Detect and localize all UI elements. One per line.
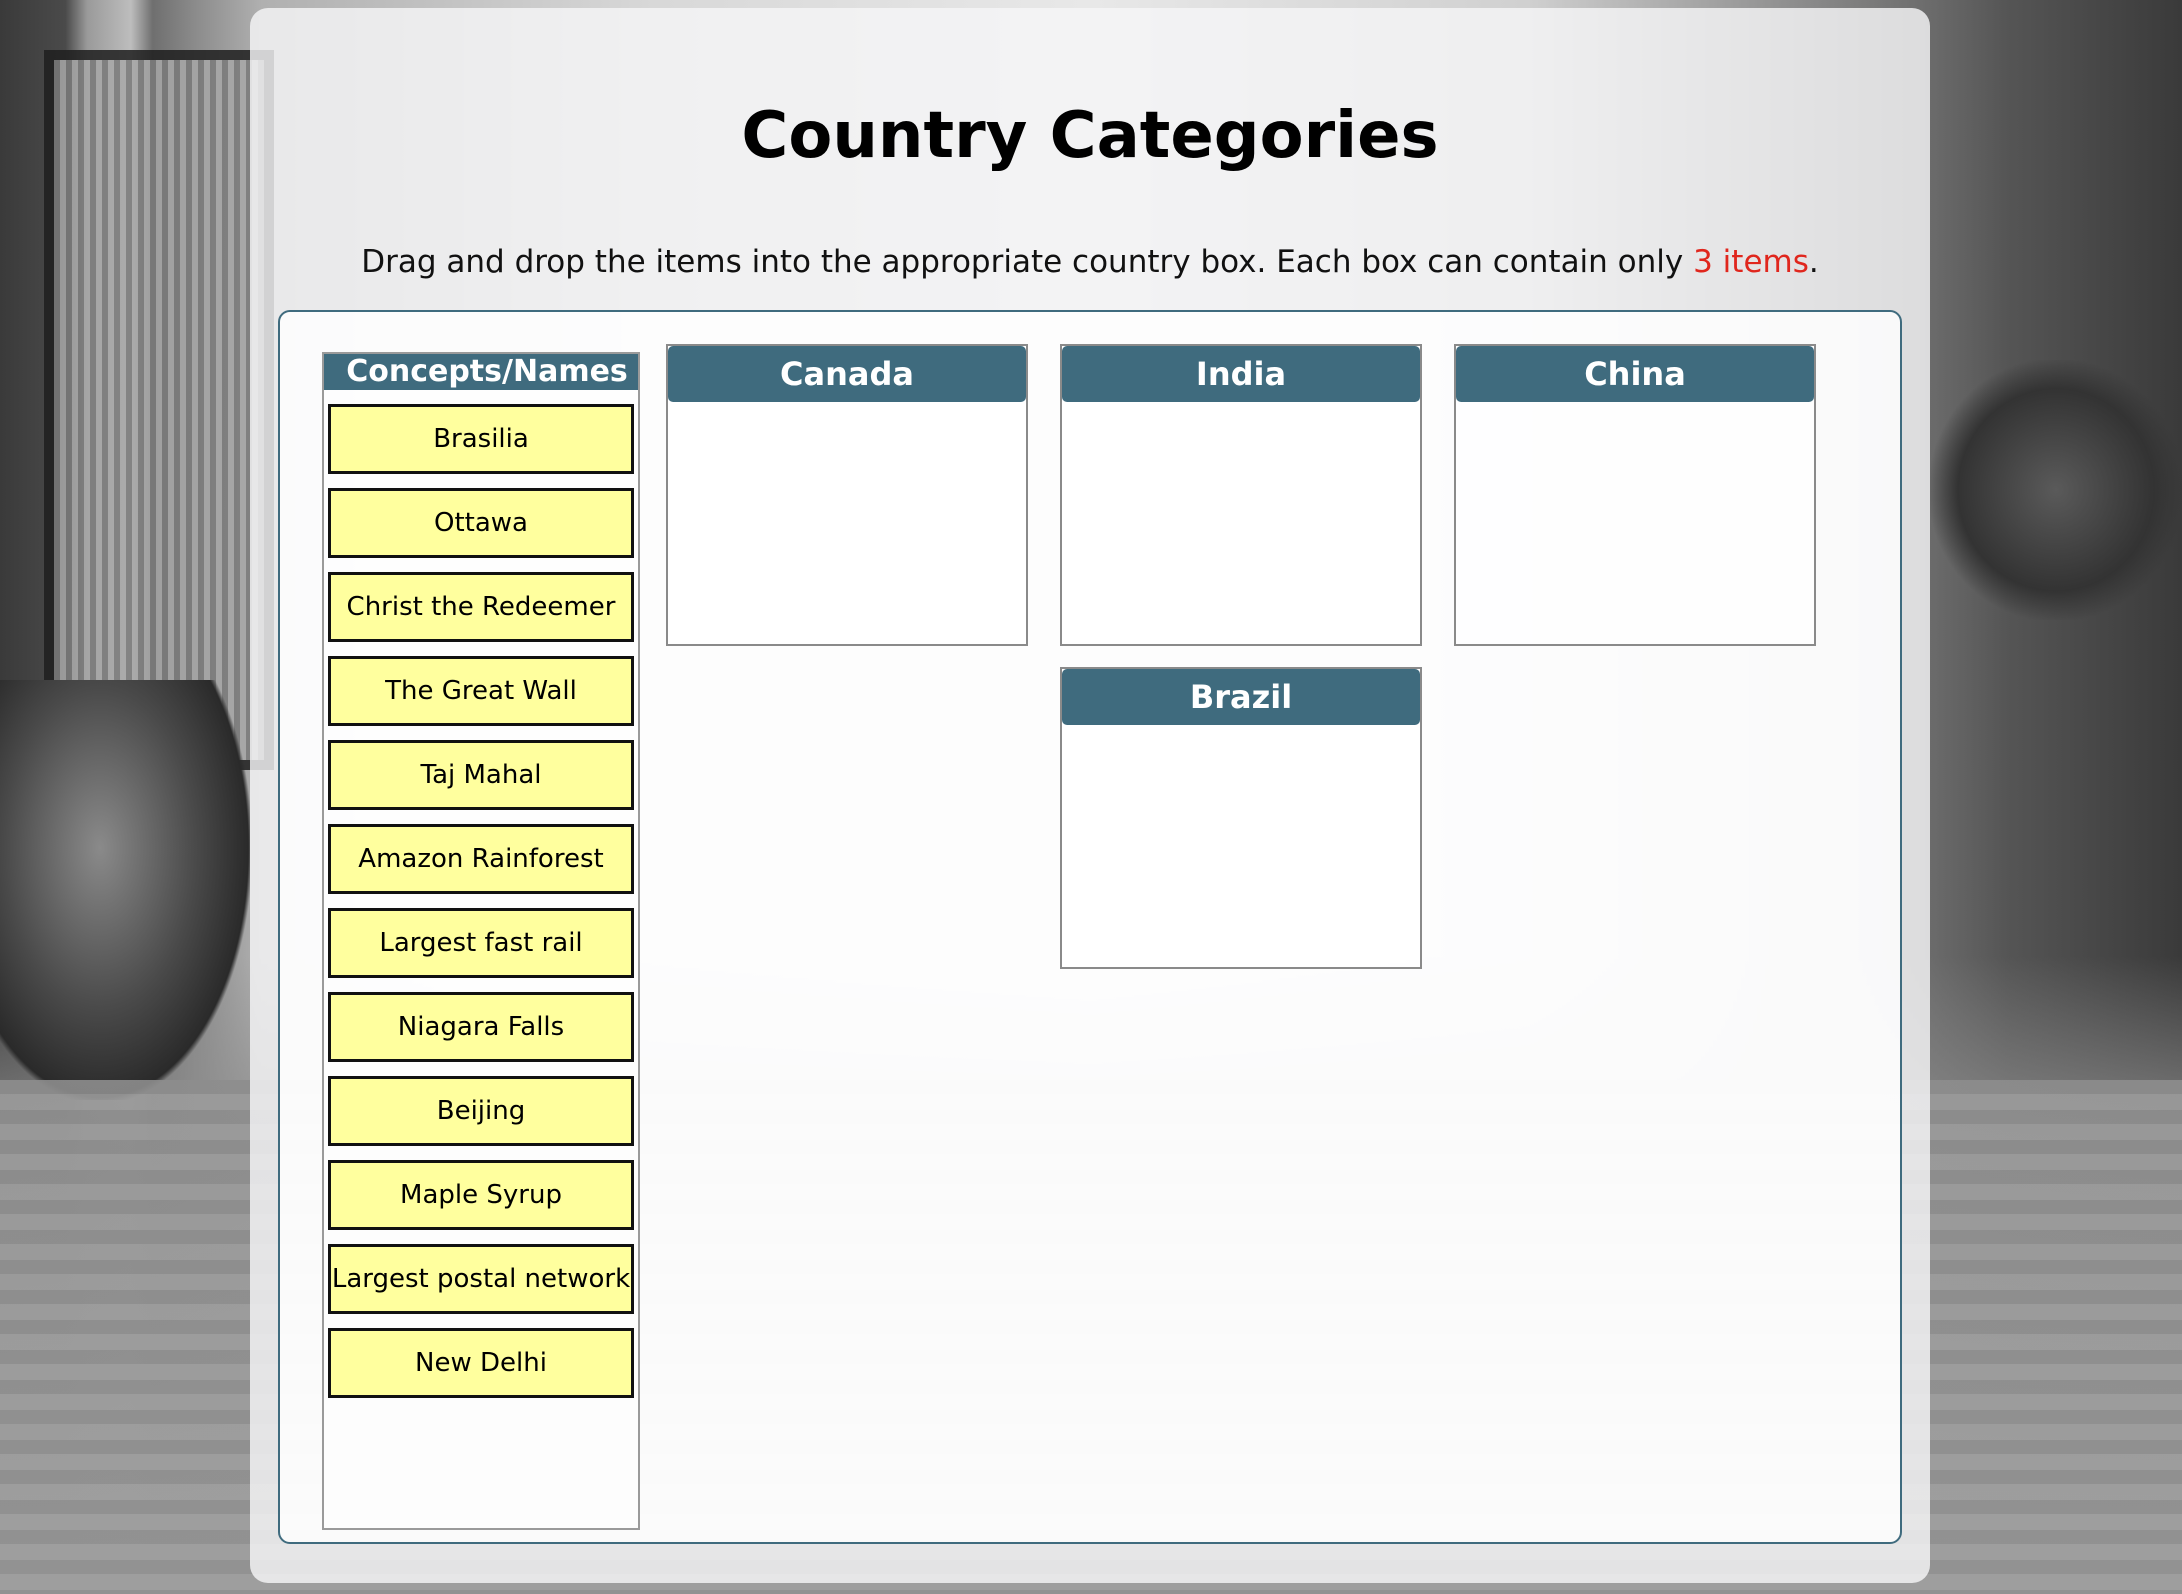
draggable-item-new-delhi[interactable]: New Delhi (328, 1328, 634, 1398)
background-rocks (0, 680, 250, 1100)
draggable-item-brasilia[interactable]: Brasilia (328, 404, 634, 474)
drop-box-canada[interactable]: Canada (666, 344, 1028, 646)
draggable-item-maple-syrup[interactable]: Maple Syrup (328, 1160, 634, 1230)
drop-box-india[interactable]: India (1060, 344, 1422, 646)
drop-box-china[interactable]: China (1454, 344, 1816, 646)
drag-drop-board: Concepts/Names Brasilia Ottawa Christ th… (278, 310, 1902, 1544)
background-trees (1930, 360, 2182, 620)
background-window-frame (44, 50, 274, 770)
draggable-item-niagara-falls[interactable]: Niagara Falls (328, 992, 634, 1062)
draggable-item-largest-fast-rail[interactable]: Largest fast rail (328, 908, 634, 978)
drop-box-china-area[interactable] (1456, 402, 1814, 644)
concepts-list-header: Concepts/Names (324, 354, 638, 390)
drop-box-brazil-header: Brazil (1062, 669, 1420, 725)
draggable-item-ottawa[interactable]: Ottawa (328, 488, 634, 558)
item-limit-text: 3 items (1693, 244, 1809, 280)
draggable-item-taj-mahal[interactable]: Taj Mahal (328, 740, 634, 810)
concepts-list[interactable]: Concepts/Names Brasilia Ottawa Christ th… (322, 352, 640, 1530)
instructions-text: Drag and drop the items into the appropr… (361, 244, 1694, 280)
main-panel: Country Categories Drag and drop the ite… (250, 8, 1930, 1583)
drop-box-brazil-area[interactable] (1062, 725, 1420, 967)
instructions: Drag and drop the items into the appropr… (250, 240, 1930, 284)
drop-box-china-header: China (1456, 346, 1814, 402)
drop-box-canada-area[interactable] (668, 402, 1026, 644)
drop-box-india-area[interactable] (1062, 402, 1420, 644)
draggable-item-largest-postal-network[interactable]: Largest postal network (328, 1244, 634, 1314)
draggable-item-the-great-wall[interactable]: The Great Wall (328, 656, 634, 726)
draggable-item-beijing[interactable]: Beijing (328, 1076, 634, 1146)
instructions-end: . (1808, 244, 1819, 280)
drop-box-india-header: India (1062, 346, 1420, 402)
draggable-item-christ-the-redeemer[interactable]: Christ the Redeemer (328, 572, 634, 642)
draggable-item-amazon-rainforest[interactable]: Amazon Rainforest (328, 824, 634, 894)
drop-box-canada-header: Canada (668, 346, 1026, 402)
drop-box-brazil[interactable]: Brazil (1060, 667, 1422, 969)
page-title: Country Categories (741, 99, 1439, 173)
